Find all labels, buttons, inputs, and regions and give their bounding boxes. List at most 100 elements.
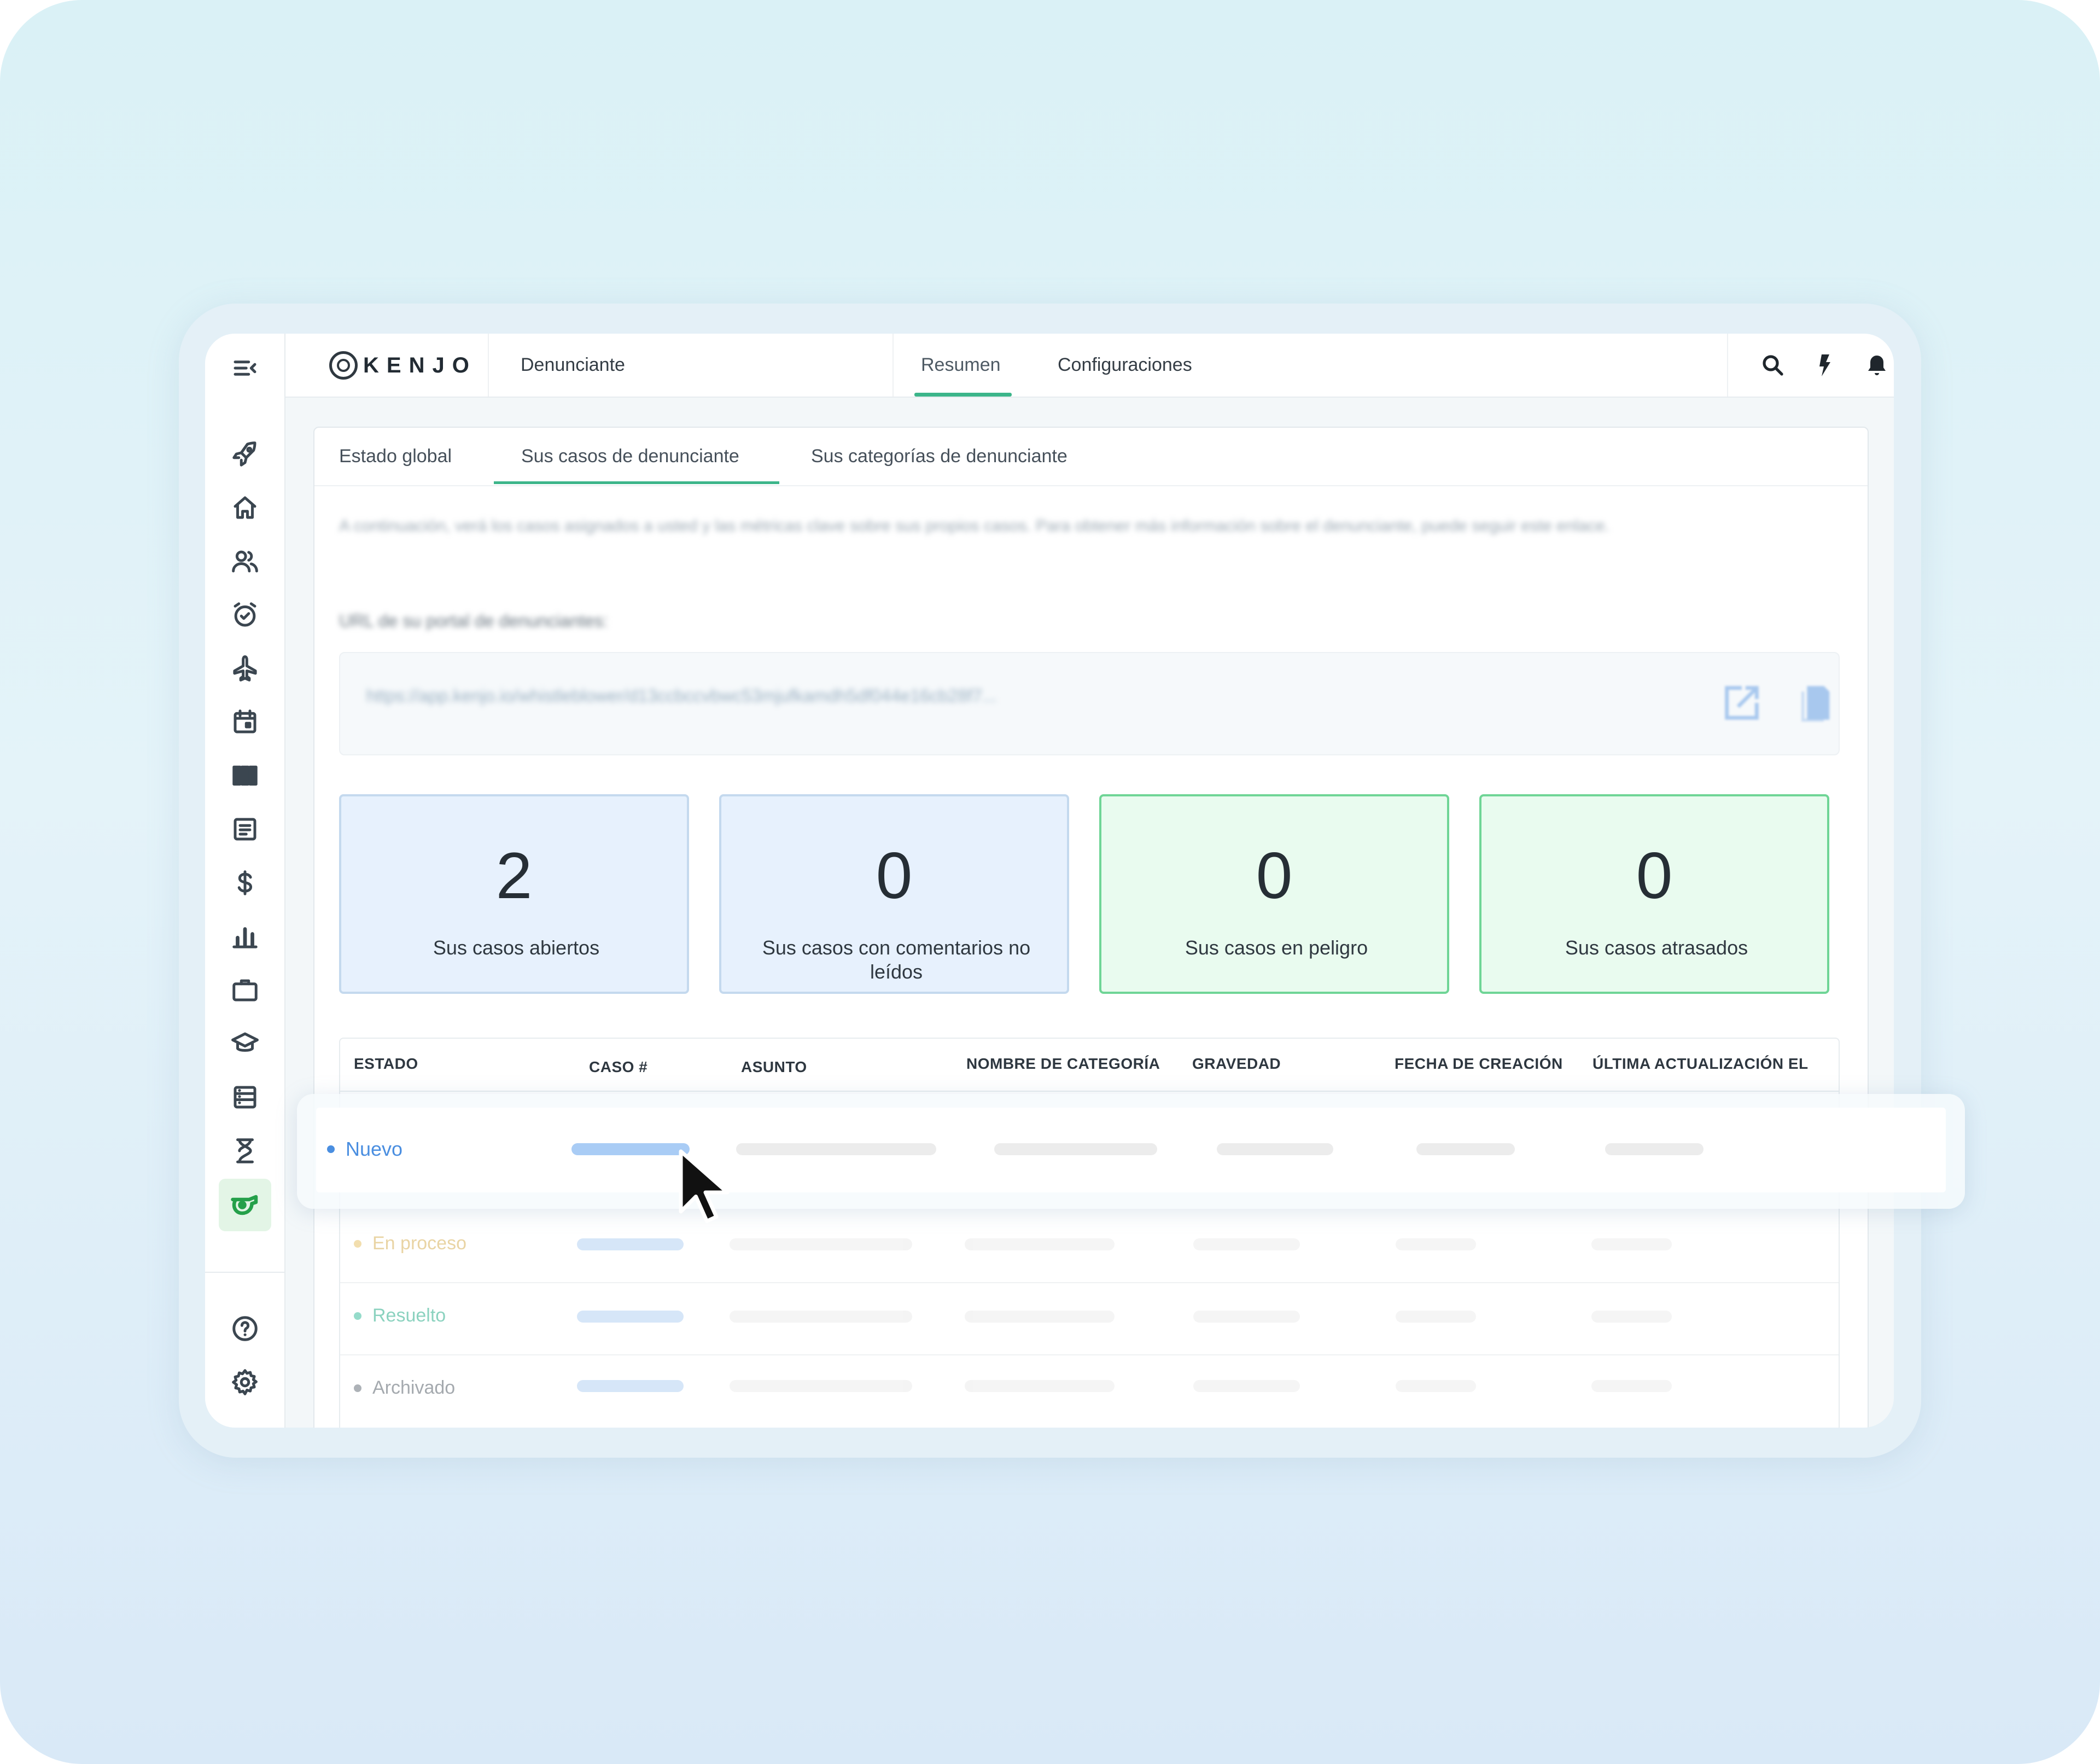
status-cell: Archivado	[354, 1377, 455, 1399]
subtab-estado-global[interactable]: Estado global	[339, 428, 452, 485]
status-dot	[354, 1312, 361, 1320]
document-icon[interactable]	[227, 811, 263, 847]
table-row[interactable]: Resuelto	[340, 1283, 1839, 1355]
created-date-placeholder	[1396, 1380, 1476, 1392]
sidebar-divider	[205, 1272, 284, 1273]
status-dot	[354, 1384, 361, 1392]
settings-icon[interactable]	[227, 1364, 263, 1400]
list-icon[interactable]	[227, 1079, 263, 1115]
status-label: Archivado	[372, 1377, 456, 1398]
stat-card-unread[interactable]: 0 Sus casos con comentarios no leídos	[719, 794, 1069, 994]
stat-card-overdue[interactable]: 0 Sus casos atrasados	[1479, 794, 1829, 994]
column-header-categoria[interactable]: NOMBRE DE CATEGORÍA	[966, 1055, 1160, 1073]
created-date-placeholder	[1396, 1311, 1476, 1323]
tab-resumen[interactable]: Resumen	[921, 334, 1001, 397]
category-placeholder	[965, 1311, 1115, 1323]
whistle-icon[interactable]	[219, 1179, 271, 1231]
updated-date-placeholder	[1591, 1311, 1672, 1323]
copy-icon[interactable]	[1792, 680, 1837, 725]
logo-mark-icon	[329, 351, 358, 380]
bell-icon[interactable]	[1860, 349, 1893, 382]
updated-date-placeholder	[1591, 1238, 1672, 1250]
status-cell: Resuelto	[354, 1305, 446, 1326]
content-card: Estado global Sus casos de denunciante S…	[313, 427, 1869, 1428]
case-number-placeholder	[577, 1380, 684, 1392]
column-header-estado[interactable]: ESTADO	[354, 1055, 418, 1073]
bar-chart-icon[interactable]	[227, 918, 263, 954]
search-icon[interactable]	[1757, 349, 1789, 382]
mouse-pointer-icon	[679, 1149, 730, 1223]
columns-icon[interactable]	[227, 758, 263, 794]
stat-card-at-risk[interactable]: 0 Sus casos en peligro	[1099, 794, 1449, 994]
category-placeholder	[965, 1380, 1115, 1392]
home-icon[interactable]	[227, 490, 263, 526]
tab-configuraciones[interactable]: Configuraciones	[1058, 334, 1192, 397]
header-divider	[1727, 334, 1728, 397]
category-placeholder	[965, 1238, 1115, 1250]
hourglass-icon[interactable]	[227, 1133, 263, 1169]
subject-placeholder	[730, 1380, 912, 1392]
table-row-nuevo[interactable]: Nuevo	[316, 1108, 1946, 1192]
airplane-icon[interactable]	[227, 650, 263, 686]
tab-denunciante[interactable]: Denunciante	[521, 334, 625, 397]
url-label: URL de su portal de denunciantes:	[339, 611, 608, 631]
status-label: Resuelto	[372, 1305, 446, 1326]
header-divider	[892, 334, 894, 397]
column-header-gravedad[interactable]: GRAVEDAD	[1192, 1055, 1281, 1073]
column-header-fecha-creacion[interactable]: FECHA DE CREACIÓN	[1395, 1055, 1563, 1073]
rocket-icon[interactable]	[227, 436, 263, 472]
header-divider	[488, 334, 489, 397]
active-tab-indicator	[914, 393, 1012, 397]
created-date-placeholder	[1396, 1238, 1476, 1250]
logo-text: KENJO	[363, 353, 477, 377]
help-icon[interactable]	[227, 1311, 263, 1347]
calendar-icon[interactable]	[227, 704, 263, 740]
url-box: https://app.kenjo.io/whistleblower/d13cc…	[339, 652, 1840, 755]
subtab-sus-casos[interactable]: Sus casos de denunciante	[521, 428, 739, 485]
severity-placeholder	[1193, 1311, 1300, 1323]
subject-placeholder	[730, 1238, 912, 1250]
stat-label: Sus casos en peligro	[1185, 936, 1368, 959]
highlighted-row-card: Nuevo	[297, 1094, 1965, 1209]
stat-label: Sus casos abiertos	[433, 936, 600, 959]
stat-card-open[interactable]: 2 Sus casos abiertos	[339, 794, 689, 994]
updated-date-placeholder	[1605, 1143, 1704, 1155]
updated-date-placeholder	[1591, 1380, 1672, 1392]
category-placeholder	[994, 1143, 1157, 1155]
column-header-caso[interactable]: CASO #	[589, 1058, 648, 1076]
kenjo-logo[interactable]: KENJO	[329, 350, 477, 381]
status-dot	[327, 1145, 335, 1153]
app-window: KENJO Denunciante Resumen Configuracione…	[205, 334, 1894, 1428]
people-icon[interactable]	[227, 543, 263, 579]
table-header: ESTADO CASO # ASUNTO NOMBRE DE CATEGORÍA…	[340, 1039, 1839, 1092]
briefcase-icon[interactable]	[227, 972, 263, 1008]
case-number-placeholder[interactable]	[571, 1143, 690, 1155]
status-label: En proceso	[372, 1233, 466, 1254]
top-bar: KENJO Denunciante Resumen Configuracione…	[285, 334, 1894, 398]
stat-value: 0	[1636, 839, 1673, 912]
graduation-cap-icon[interactable]	[227, 1026, 263, 1062]
severity-placeholder	[1217, 1143, 1333, 1155]
url-value[interactable]: https://app.kenjo.io/whistleblower/d13cc…	[366, 686, 997, 706]
open-external-icon[interactable]	[1719, 680, 1764, 725]
table-row[interactable]: En proceso	[340, 1211, 1839, 1283]
stat-value: 0	[876, 839, 913, 912]
sidebar	[205, 334, 285, 1428]
status-label: Nuevo	[346, 1138, 403, 1160]
stat-label: Sus casos con comentarios no leídos	[762, 936, 1031, 983]
lightning-icon[interactable]	[1809, 349, 1841, 382]
stat-value: 2	[495, 839, 533, 912]
intro-text: A continuación, verá los casos asignados…	[339, 517, 1609, 535]
alarm-clock-icon[interactable]	[227, 597, 263, 633]
subtab-sus-categorias[interactable]: Sus categorías de denunciante	[811, 428, 1068, 485]
menu-collapse-icon[interactable]	[227, 350, 263, 386]
column-header-asunto[interactable]: ASUNTO	[741, 1058, 807, 1076]
severity-placeholder	[1193, 1380, 1300, 1392]
severity-placeholder	[1193, 1238, 1300, 1250]
column-header-ultima-actualizacion[interactable]: ÚLTIMA ACTUALIZACIÓN EL	[1592, 1055, 1809, 1073]
dollar-icon[interactable]	[227, 865, 263, 901]
case-number-placeholder	[577, 1238, 684, 1250]
active-subtab-indicator	[494, 481, 779, 484]
subject-placeholder	[736, 1143, 936, 1155]
table-row[interactable]: Archivado	[340, 1355, 1839, 1427]
